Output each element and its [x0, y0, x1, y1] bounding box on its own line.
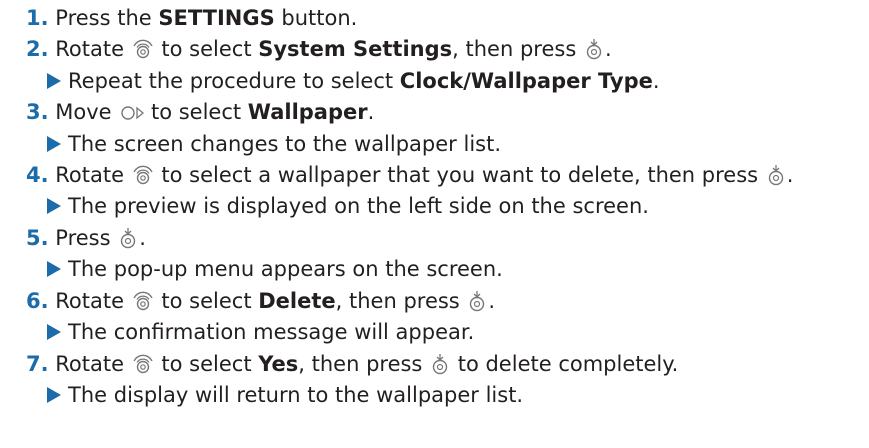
step-2: 2. Rotate to select System Settings, the… — [26, 34, 612, 64]
step-text: . — [604, 37, 612, 61]
step-text: Press — [55, 226, 118, 250]
step-text: to select — [154, 352, 259, 376]
result-arrow-icon — [47, 73, 61, 89]
step-text: Rotate — [55, 163, 131, 187]
step-4: 4. Rotate to select a wallpaper that you… — [26, 160, 793, 190]
step-text: to select — [154, 289, 259, 313]
result-arrow-icon — [47, 136, 61, 152]
result-arrow-icon — [47, 198, 61, 214]
result-text: Repeat the procedure to select — [68, 69, 400, 93]
step-1: 1. Press the SETTINGS button. — [26, 3, 357, 33]
step-text: , then press — [335, 289, 467, 313]
step-7: 7. Rotate to select Yes, then press to d… — [26, 349, 678, 379]
press-dial-icon — [765, 163, 787, 195]
step-number: 2. — [26, 37, 49, 61]
step-3: 3. Move to select Wallpaper. — [26, 97, 374, 127]
step-bold-text: Yes — [258, 352, 299, 376]
step-2-result: Repeat the procedure to select Clock/Wal… — [47, 66, 660, 96]
step-number: 1. — [26, 6, 49, 30]
step-text: to delete completely. — [451, 352, 679, 376]
step-number: 5. — [26, 226, 49, 250]
step-bold-text: Delete — [258, 289, 336, 313]
step-text: Rotate — [55, 37, 131, 61]
step-number: 3. — [26, 100, 49, 124]
step-text: . — [786, 163, 794, 187]
result-text: The display will return to the wallpaper… — [68, 383, 524, 407]
result-text: The screen changes to the wallpaper list… — [68, 132, 502, 156]
step-text: Rotate — [55, 289, 131, 313]
result-arrow-icon — [47, 261, 61, 277]
step-5-result: The pop-up menu appears on the screen. — [47, 254, 503, 284]
step-5: 5. Press . — [26, 223, 146, 253]
step-text: , then press — [452, 37, 583, 61]
rotary-dial-icon — [131, 37, 155, 69]
step-4-result: The preview is displayed on the left sid… — [47, 191, 649, 221]
step-text: Rotate — [55, 352, 131, 376]
step-bold-text: SETTINGS — [158, 6, 275, 30]
result-arrow-icon — [47, 324, 61, 340]
move-right-dial-icon — [118, 100, 145, 132]
step-text: to select — [144, 100, 248, 124]
press-dial-icon — [583, 37, 605, 69]
step-text: to select a wallpaper that you want to d… — [154, 163, 765, 187]
step-6-result: The confirmation message will appear. — [47, 317, 474, 347]
result-text: The preview is displayed on the left sid… — [68, 194, 649, 218]
step-text: Press the — [55, 6, 159, 30]
step-6: 6. Rotate to select Delete, then press . — [26, 286, 495, 316]
step-text: , then press — [298, 352, 430, 376]
step-text: . — [139, 226, 146, 250]
result-text: . — [652, 69, 660, 93]
result-arrow-icon — [47, 387, 61, 403]
step-3-result: The screen changes to the wallpaper list… — [47, 129, 501, 159]
result-bold-text: Clock/Wallpaper Type — [399, 69, 653, 93]
step-7-result: The display will return to the wallpaper… — [47, 380, 523, 410]
step-number: 6. — [26, 289, 49, 313]
step-bold-text: Wallpaper — [247, 100, 368, 124]
result-text: The pop-up menu appears on the screen. — [68, 257, 503, 281]
step-text: . — [367, 100, 375, 124]
step-bold-text: System Settings — [258, 37, 453, 61]
step-number: 4. — [26, 163, 49, 187]
step-text: button. — [274, 6, 358, 30]
step-text: Move — [55, 100, 119, 124]
step-text: . — [488, 289, 496, 313]
result-text: The confirmation message will appear. — [68, 320, 475, 344]
step-number: 7. — [26, 352, 49, 376]
step-text: to select — [154, 37, 259, 61]
